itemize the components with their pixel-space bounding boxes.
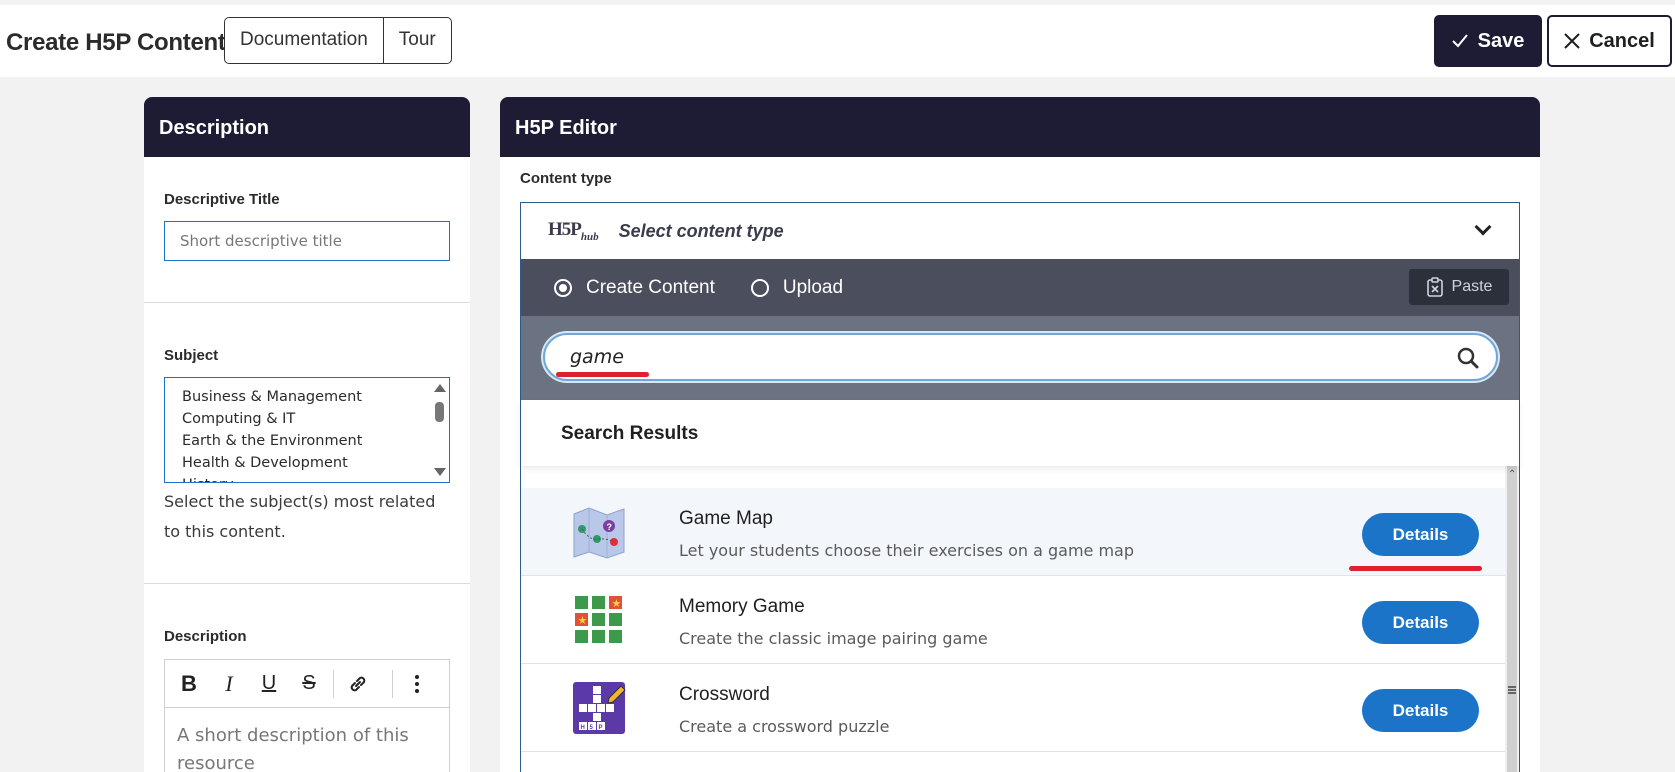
scroll-up-icon[interactable]: ⌃ (1508, 469, 1516, 480)
descriptive-title-label: Descriptive Title (164, 191, 280, 208)
svg-text:★: ★ (578, 614, 588, 627)
save-button[interactable]: Save (1434, 15, 1542, 67)
h5p-editor-panel: H5P Editor Content type H5Phub Select co… (500, 97, 1540, 772)
create-content-radio[interactable]: Create Content (554, 277, 715, 299)
list-item[interactable]: H 5 P Crossword Create a crossword puzzl… (521, 664, 1505, 752)
details-button[interactable]: Details (1362, 689, 1479, 732)
memory-game-icon: ★ ★ (569, 590, 629, 650)
select-content-type-text: Select content type (618, 220, 784, 241)
result-description: Create a crossword puzzle (679, 717, 890, 736)
subject-option[interactable]: Computing & IT (165, 408, 449, 430)
result-title: Crossword (679, 684, 770, 705)
clipboard-icon (1426, 277, 1443, 297)
divider (144, 302, 470, 303)
h5p-hub: H5Phub Select content type Create Conten… (520, 202, 1520, 772)
toolbar-separator (333, 669, 334, 698)
header-button-group: Documentation Tour (224, 17, 452, 64)
close-icon (1564, 33, 1580, 49)
annotation-underline (1349, 566, 1482, 571)
h5p-editor-heading: H5P Editor (500, 97, 1540, 157)
search-results-list: ? Game Map Let your students choose thei… (521, 466, 1519, 772)
scroll-up-icon[interactable] (434, 384, 446, 392)
subject-option[interactable]: History (165, 474, 449, 482)
scroll-thumb[interactable] (1507, 466, 1517, 772)
annotation-underline (556, 372, 649, 377)
description-panel: Description Descriptive Title Short desc… (144, 97, 470, 772)
documentation-button[interactable]: Documentation (225, 18, 383, 63)
italic-icon[interactable]: I (209, 665, 249, 703)
result-title: Game Map (679, 508, 773, 529)
game-map-icon: ? (569, 502, 629, 562)
content-type-label: Content type (520, 170, 612, 187)
descriptive-title-input[interactable]: Short descriptive title (164, 221, 450, 261)
details-button[interactable]: Details (1362, 513, 1479, 556)
search-input-value: game (570, 346, 624, 368)
top-bar: Create H5P Content Documentation Tour Sa… (0, 5, 1675, 77)
more-icon[interactable] (397, 665, 437, 703)
list-item[interactable]: ? Game Map Let your students choose thei… (521, 488, 1505, 576)
scroll-grip-icon (1508, 686, 1516, 694)
description-label: Description (164, 628, 247, 645)
result-description: Create the classic image pairing game (679, 629, 988, 648)
svg-text:?: ? (607, 522, 613, 532)
chevron-down-icon[interactable] (1474, 218, 1492, 236)
description-editor[interactable]: B I U S A short description of this reso… (164, 659, 450, 772)
crossword-icon: H 5 P (569, 678, 629, 738)
subject-help-text: Select the subject(s) most related to th… (164, 492, 436, 541)
divider (144, 583, 470, 584)
editor-toolbar: B I U S (165, 660, 449, 708)
upload-radio[interactable]: Upload (750, 276, 844, 299)
create-content-label: Create Content (586, 276, 715, 298)
subject-label: Subject (164, 347, 219, 364)
svg-text:H: H (581, 725, 585, 731)
subject-multiselect[interactable]: Business & Management Computing & IT Earth… (164, 377, 450, 483)
underline-icon[interactable]: U (249, 665, 289, 703)
hub-tabs: Create Content Upload Paste (521, 259, 1519, 316)
content-type-search-input[interactable]: game (543, 333, 1498, 381)
subject-option[interactable]: Health & Development (165, 452, 449, 474)
content-type-select[interactable]: H5Phub Select content type (521, 203, 1519, 259)
search-icon[interactable] (1457, 347, 1479, 369)
subject-option[interactable]: Business & Management (165, 386, 449, 408)
details-button[interactable]: Details (1362, 601, 1479, 644)
check-icon (1451, 34, 1468, 48)
svg-text:★: ★ (612, 597, 622, 610)
bold-icon[interactable]: B (169, 665, 209, 703)
toolbar-separator (392, 669, 393, 698)
results-scrollbar[interactable]: ⌃ (1505, 466, 1519, 772)
subject-option[interactable]: Earth & the Environment (165, 430, 449, 452)
scroll-thumb[interactable] (435, 402, 444, 422)
cancel-button[interactable]: Cancel (1547, 15, 1672, 67)
page-title: Create H5P Content (6, 29, 226, 56)
subject-scrollbar[interactable] (433, 380, 447, 480)
result-description: Let your students choose their exercises… (679, 541, 1135, 560)
upload-label: Upload (782, 276, 844, 298)
result-title: Memory Game (679, 596, 805, 617)
cancel-button-label: Cancel (1589, 29, 1655, 52)
list-item[interactable]: ★ ★ Memory Game Create the classic image… (521, 576, 1505, 664)
link-icon[interactable] (338, 665, 378, 703)
search-area: game (521, 316, 1519, 400)
svg-text:P: P (599, 725, 603, 731)
radio-unselected-icon (750, 278, 769, 297)
h5p-hub-logo: H5Phub (548, 219, 599, 243)
tour-button[interactable]: Tour (382, 18, 451, 63)
radio-selected-icon (554, 278, 572, 297)
strikethrough-icon[interactable]: S (289, 665, 329, 703)
search-results-heading: Search Results (521, 400, 1519, 466)
paste-button[interactable]: Paste (1409, 269, 1509, 305)
description-panel-heading: Description (144, 97, 470, 157)
save-button-label: Save (1477, 29, 1525, 52)
paste-label: Paste (1451, 278, 1493, 295)
scroll-down-icon[interactable] (434, 468, 446, 476)
description-placeholder: A short description of this resource (177, 725, 409, 772)
